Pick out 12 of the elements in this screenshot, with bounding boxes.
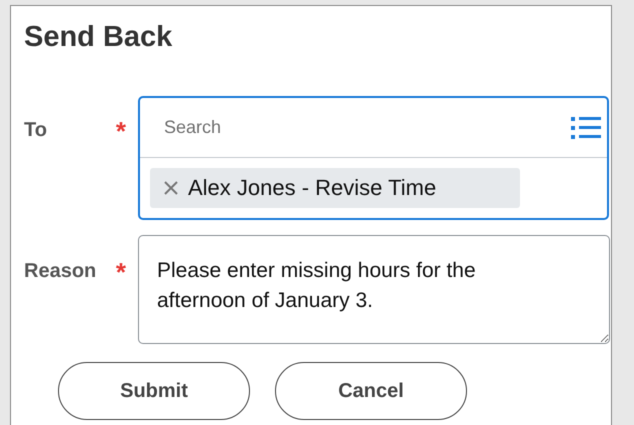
cancel-button[interactable]: Cancel (275, 362, 467, 420)
required-mark: * (116, 259, 126, 285)
recipient-picker[interactable]: Search Alex Jones - Revise Time (138, 96, 609, 220)
field-label: Reason (24, 259, 96, 284)
field-label: To (24, 118, 47, 143)
dialog-title: Send Back (24, 20, 174, 54)
reason-field[interactable]: Please enter missing hours for the afternoon of January 3. (138, 235, 610, 344)
selected-chip[interactable]: Alex Jones - Revise Time (150, 168, 520, 208)
list-icon[interactable] (571, 116, 601, 140)
remove-icon[interactable] (164, 181, 178, 195)
required-mark: * (116, 118, 126, 144)
submit-button[interactable]: Submit (58, 362, 250, 420)
